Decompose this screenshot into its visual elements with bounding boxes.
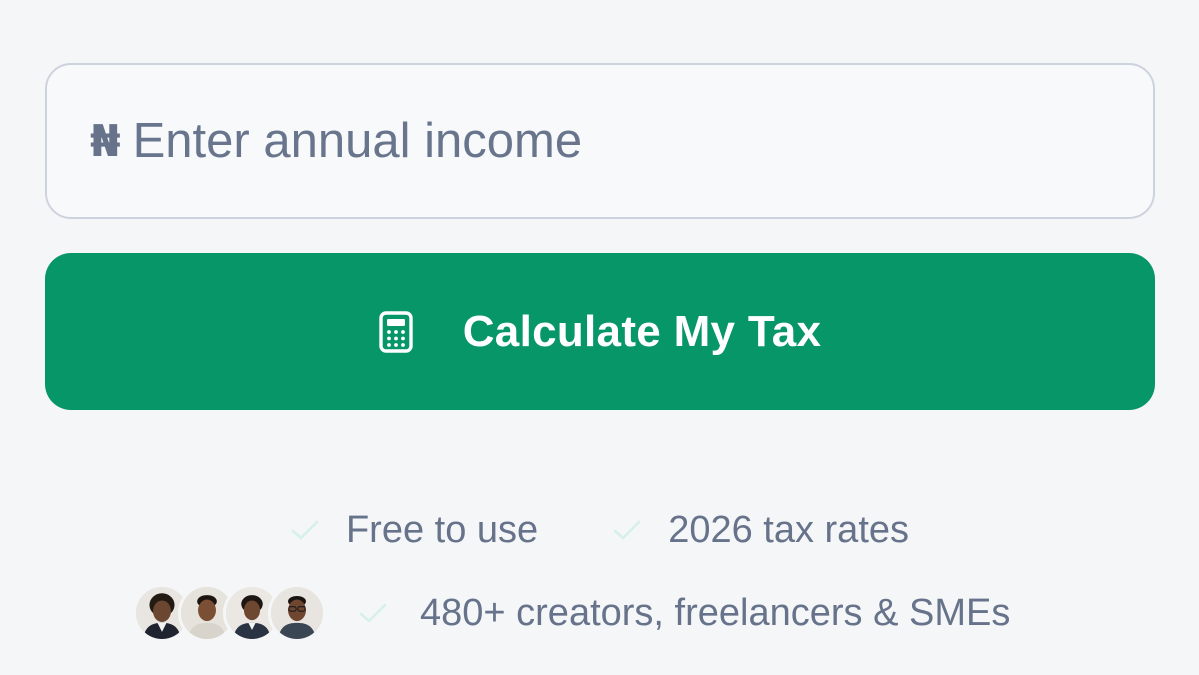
social-proof-label: 480+ creators, freelancers & SMEs xyxy=(420,591,1011,634)
calculate-tax-button[interactable]: Calculate My Tax xyxy=(45,253,1155,410)
feature-label: 2026 tax rates xyxy=(668,508,910,551)
avatar xyxy=(268,584,326,642)
calculate-button-label: Calculate My Tax xyxy=(462,306,822,356)
feature-free: Free to use xyxy=(290,509,538,552)
annual-income-input[interactable] xyxy=(132,101,1033,181)
calculator-icon xyxy=(379,310,413,353)
naira-symbol: ₦ xyxy=(90,115,121,167)
check-icon xyxy=(612,518,642,542)
user-avatars xyxy=(133,584,326,642)
social-proof: 480+ creators, freelancers & SMEs xyxy=(133,583,1010,643)
income-field[interactable]: ₦ xyxy=(45,63,1155,219)
feature-list: Free to use 2026 tax rates xyxy=(0,500,1199,560)
check-icon xyxy=(358,601,388,625)
check-icon xyxy=(290,518,320,542)
feature-tax-rates: 2026 tax rates xyxy=(612,509,909,552)
feature-label: Free to use xyxy=(345,508,539,551)
